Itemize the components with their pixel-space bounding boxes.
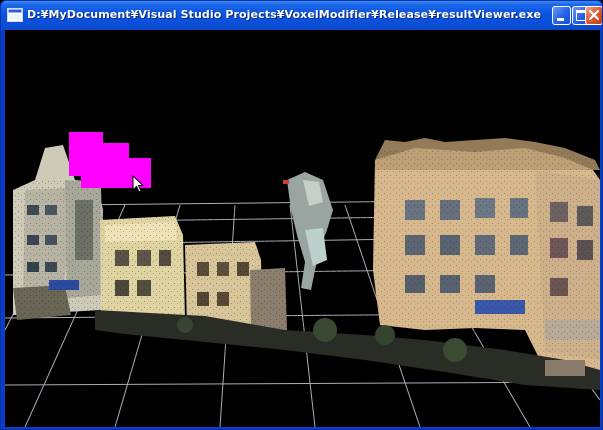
title-bar[interactable]: D:¥MyDocument¥Visual Studio Projects¥Vox…: [1, 1, 602, 30]
window-title: D:¥MyDocument¥Visual Studio Projects¥Vox…: [27, 8, 542, 21]
minimize-button[interactable]: [552, 6, 571, 25]
app-window: D:¥MyDocument¥Visual Studio Projects¥Vox…: [0, 0, 603, 430]
3d-viewport[interactable]: [5, 30, 600, 427]
app-window-icon[interactable]: [7, 8, 23, 22]
close-icon: [588, 9, 600, 21]
point-cloud-scene[interactable]: [5, 30, 600, 427]
close-button[interactable]: [585, 6, 602, 25]
minimize-icon: [557, 18, 564, 21]
